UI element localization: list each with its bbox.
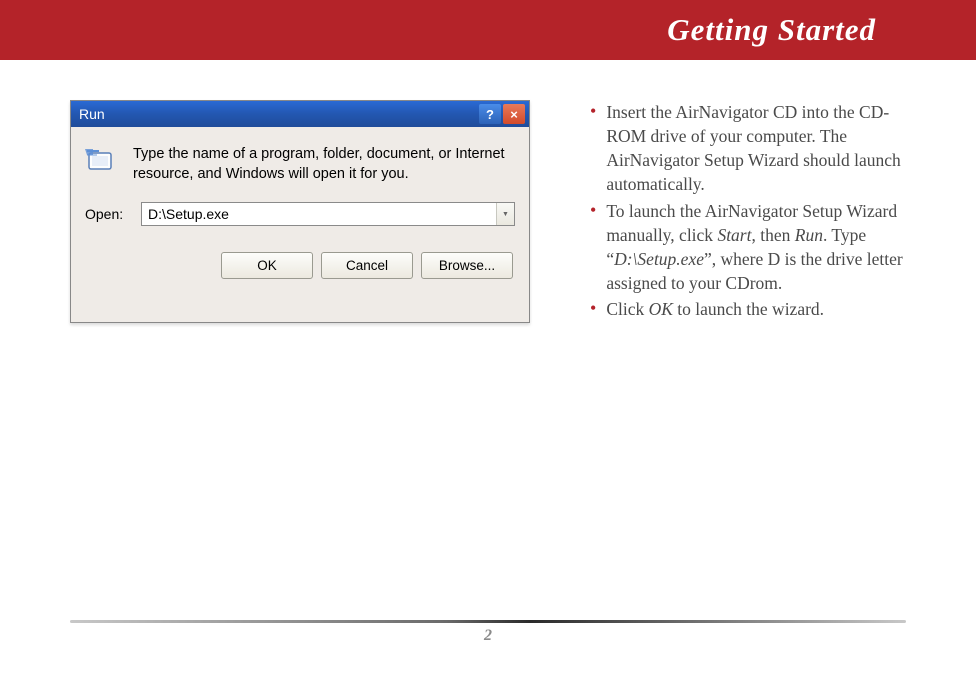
text-fragment: , then (751, 225, 794, 245)
dialog-instruction-text: Type the name of a program, folder, docu… (133, 145, 515, 184)
footer: 2 (70, 620, 906, 645)
content-area: Run ? × Type the name of a program, fold… (0, 60, 976, 323)
dialog-button-row: OK Cancel Browse... (85, 252, 515, 279)
step-2-text: To launch the AirNavigator Setup Wizard … (606, 199, 916, 296)
text-fragment: to launch the wizard. (673, 299, 824, 319)
dialog-instruction-row: Type the name of a program, folder, docu… (85, 145, 515, 184)
bullet-icon: • (590, 297, 596, 321)
step-1-text: Insert the AirNavigator CD into the CD-R… (606, 100, 916, 197)
run-dialog: Run ? × Type the name of a program, fold… (70, 100, 530, 323)
footer-divider (70, 620, 906, 623)
open-field-row: Open: ▼ (85, 202, 515, 226)
dialog-titlebar: Run ? × (71, 101, 529, 127)
open-combobox[interactable]: ▼ (141, 202, 515, 226)
start-literal: Start (717, 225, 751, 245)
run-literal: Run (795, 225, 823, 245)
instruction-list: • Insert the AirNavigator CD into the CD… (590, 100, 916, 323)
header-bar: Getting Started (0, 0, 976, 60)
help-button[interactable]: ? (479, 104, 501, 124)
page-title: Getting Started (667, 12, 876, 48)
cancel-button[interactable]: Cancel (321, 252, 413, 279)
list-item: • Insert the AirNavigator CD into the CD… (590, 100, 916, 197)
text-fragment: Click (606, 299, 648, 319)
bullet-icon: • (590, 100, 596, 197)
page-number: 2 (70, 627, 906, 645)
dialog-body: Type the name of a program, folder, docu… (71, 127, 529, 293)
chevron-down-icon[interactable]: ▼ (496, 203, 514, 225)
open-input[interactable] (142, 206, 496, 222)
browse-button[interactable]: Browse... (421, 252, 513, 279)
open-label: Open: (85, 206, 129, 222)
command-literal: D:\Setup.exe (614, 249, 704, 269)
close-button[interactable]: × (503, 104, 525, 124)
list-item: • Click OK to launch the wizard. (590, 297, 916, 321)
step-3-text: Click OK to launch the wizard. (606, 297, 916, 321)
list-item: • To launch the AirNavigator Setup Wizar… (590, 199, 916, 296)
run-icon (85, 145, 119, 175)
bullet-icon: • (590, 199, 596, 296)
dialog-title: Run (79, 106, 477, 122)
ok-button[interactable]: OK (221, 252, 313, 279)
ok-literal: OK (649, 299, 673, 319)
